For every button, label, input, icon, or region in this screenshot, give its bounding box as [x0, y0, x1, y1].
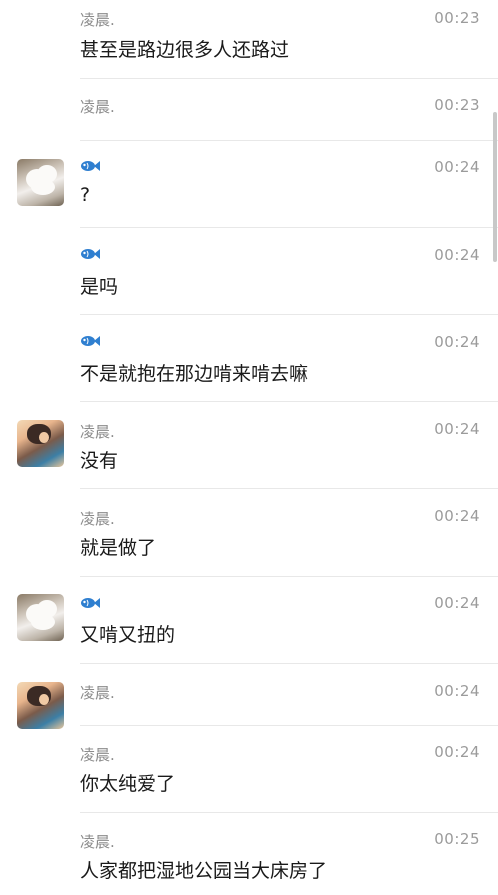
sender-name: 凌晨.	[80, 746, 115, 764]
fish-icon	[81, 249, 100, 259]
avatar[interactable]	[17, 159, 64, 206]
sender-name: 凌晨.	[80, 833, 115, 851]
avatar[interactable]	[17, 682, 64, 729]
message-text: 你太纯爱了	[80, 773, 176, 795]
divider	[80, 663, 498, 664]
message-time: 00:23	[434, 9, 480, 27]
message-text: 是吗	[80, 276, 119, 298]
sender-name: 凌晨.	[80, 11, 115, 29]
message-time: 00:24	[434, 246, 480, 264]
sender-name: 凌晨.	[80, 684, 115, 702]
message-text: 又啃又扭的	[80, 624, 176, 646]
sender-name: 凌晨.	[80, 510, 115, 528]
message-time: 00:24	[434, 158, 480, 176]
message-time: 00:24	[434, 507, 480, 525]
avatar[interactable]	[17, 594, 64, 641]
divider	[80, 140, 498, 141]
message-time: 00:24	[434, 420, 480, 438]
divider	[80, 488, 498, 489]
message-text: 甚至是路边很多人还路过	[80, 39, 290, 61]
message-time: 00:24	[434, 594, 480, 612]
message-time: 00:25	[434, 830, 480, 848]
divider	[80, 401, 498, 402]
message-time: 00:24	[434, 682, 480, 700]
message-text: 人家都把湿地公园当大床房了	[80, 860, 328, 882]
message-time: 00:24	[434, 743, 480, 761]
fish-icon	[81, 598, 100, 608]
sender-name: 凌晨.	[80, 98, 115, 116]
divider	[80, 576, 498, 577]
divider	[80, 314, 498, 315]
message-time: 00:24	[434, 333, 480, 351]
divider	[80, 812, 498, 813]
avatar[interactable]	[17, 420, 64, 467]
sender-name: 凌晨.	[80, 423, 115, 441]
divider	[80, 725, 498, 726]
divider	[80, 78, 498, 79]
message-text: 就是做了	[80, 537, 157, 559]
fish-icon	[81, 336, 100, 346]
message-text: ?	[80, 184, 91, 206]
divider	[80, 227, 498, 228]
message-text: 没有	[80, 450, 119, 472]
scrollbar[interactable]	[493, 112, 497, 262]
message-text: 不是就抱在那边啃来啃去嘛	[80, 363, 309, 385]
message-time: 00:23	[434, 96, 480, 114]
fish-icon	[81, 161, 100, 171]
